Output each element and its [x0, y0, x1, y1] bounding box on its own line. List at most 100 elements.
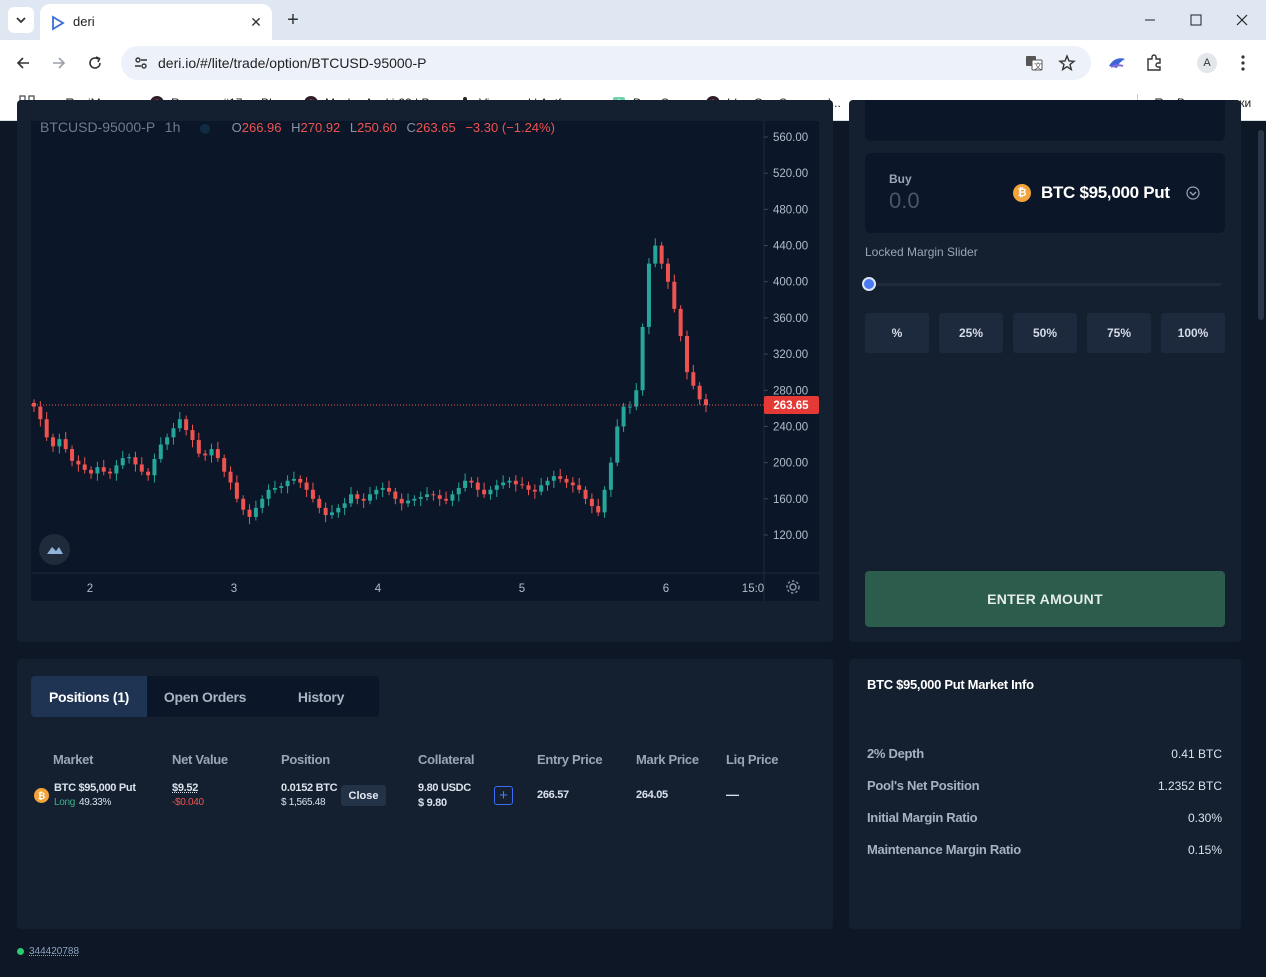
candle-body [374, 489, 379, 495]
chevron-down-circle-icon[interactable] [1186, 186, 1200, 200]
margin-slider-thumb[interactable] [862, 277, 876, 291]
row-collateral: 9.80 USDC [418, 782, 471, 794]
tradingview-icon [46, 546, 63, 554]
candle-body [190, 430, 195, 441]
site-settings-icon[interactable] [133, 55, 149, 71]
candle-body [659, 245, 664, 264]
translate-icon[interactable]: 文 [1025, 54, 1043, 72]
candlestick-chart[interactable]: 560.00 520.00 480.00 440.00 400.00 360.00 320.… [31, 121, 819, 601]
candle-body [646, 263, 651, 327]
bookmark-star-icon[interactable] [1058, 54, 1076, 72]
candle-body [348, 494, 353, 504]
row-liq-price: — [726, 787, 739, 802]
add-collateral-button[interactable]: + [494, 786, 513, 805]
new-tab-button[interactable]: + [281, 8, 305, 32]
info-value: 1.2352 BTC [1157, 779, 1222, 793]
candle-body [285, 480, 290, 487]
chart-settings-icon[interactable] [785, 579, 801, 595]
candle-body [558, 476, 563, 479]
kebab-menu-icon[interactable] [1236, 54, 1250, 72]
browser-toolbar: deri.io/#/lite/trade/option/BTCUSD-95000… [0, 40, 1266, 86]
address-bar[interactable]: deri.io/#/lite/trade/option/BTCUSD-95000… [121, 46, 1091, 80]
info-label: Initial Margin Ratio [867, 810, 978, 825]
candle-body [551, 476, 556, 481]
asset-name: BTC $95,000 Put [1041, 183, 1170, 202]
slider-label: Locked Margin Slider [865, 245, 978, 259]
window-close-button[interactable] [1230, 8, 1254, 32]
chart-interval: 1h [164, 121, 181, 135]
deri-favicon-icon [52, 15, 65, 31]
col-entry-price: Entry Price [537, 752, 603, 767]
candle-body [596, 506, 601, 513]
candle-body [634, 390, 639, 407]
candle-body [171, 428, 176, 438]
margin-slider-track[interactable] [868, 283, 1221, 286]
extensions-puzzle-icon[interactable] [1145, 54, 1163, 72]
candle-body [228, 471, 233, 483]
tab-search-button[interactable] [8, 7, 34, 33]
tab-open-orders[interactable]: Open Orders [147, 676, 263, 717]
tab-history[interactable]: History [263, 676, 379, 717]
tab-close-icon[interactable]: ✕ [246, 12, 266, 32]
profile-avatar[interactable]: A [1197, 53, 1217, 73]
ohlc-close: 263.65 [415, 121, 456, 135]
buy-amount-input[interactable]: 0.0 [889, 188, 920, 214]
candle-body [70, 449, 75, 461]
candle-body [253, 507, 258, 517]
maximize-icon [1190, 14, 1202, 26]
col-collateral: Collateral [418, 752, 475, 767]
asset-selector[interactable]: ₿ BTC $95,000 Put [1013, 183, 1200, 203]
candle-body [418, 497, 423, 499]
candle-body [653, 245, 658, 264]
candle-body [545, 480, 550, 486]
pct-100-button[interactable]: 100% [1161, 313, 1225, 353]
tab-positions[interactable]: Positions (1) [31, 676, 147, 717]
candle-body [412, 498, 417, 501]
candle-body [317, 498, 322, 508]
y-tick-label: 320.00 [773, 349, 808, 361]
candle-body [501, 482, 506, 486]
row-position: 0.0152 BTC [281, 782, 338, 794]
candle-body [361, 498, 366, 501]
minimize-button[interactable] [1138, 8, 1162, 32]
candle-body [310, 489, 315, 499]
pct-50-button[interactable]: 50% [1013, 313, 1077, 353]
candle-body [291, 478, 296, 481]
candle-body [494, 485, 499, 490]
extension-bird-icon[interactable] [1107, 54, 1127, 72]
candle-body [101, 467, 106, 472]
browser-tab[interactable]: deri ✕ [40, 4, 272, 40]
candle-body [463, 480, 468, 488]
chevron-down-icon [16, 17, 26, 24]
x-tick-label: 2 [87, 583, 93, 595]
scrollbar-thumb[interactable] [1258, 130, 1264, 320]
block-indicator[interactable]: 344420788 [17, 946, 79, 957]
candle-body [76, 460, 81, 465]
info-label: 2% Depth [867, 746, 924, 761]
candle-body [602, 489, 607, 513]
reload-button[interactable] [83, 51, 107, 75]
enter-amount-button[interactable]: ENTER AMOUNT [865, 571, 1225, 627]
maximize-button[interactable] [1184, 8, 1208, 32]
candle-body [146, 471, 151, 476]
pct-75-button[interactable]: 75% [1087, 313, 1151, 353]
price-chart[interactable]: 560.00 520.00 480.00 440.00 400.00 360.00 320.… [31, 121, 819, 601]
candle-body [539, 485, 544, 492]
pay-input-box[interactable] [865, 100, 1225, 141]
pct-25-button[interactable]: 25% [939, 313, 1003, 353]
candle-body [507, 480, 512, 483]
candle-body [469, 480, 474, 483]
block-number[interactable]: 344420788 [29, 946, 79, 957]
ohlc-low: 250.60 [357, 121, 397, 135]
candle-body [114, 465, 119, 474]
y-tick-label: 520.00 [773, 168, 808, 180]
col-liq-price: Liq Price [726, 752, 779, 767]
url-text[interactable]: deri.io/#/lite/trade/option/BTCUSD-95000… [158, 55, 426, 71]
x-tick-label: 15:0 [742, 583, 764, 595]
tradingview-logo[interactable] [39, 534, 70, 565]
back-button[interactable] [11, 51, 35, 75]
forward-button[interactable] [47, 51, 71, 75]
close-position-button[interactable]: Close [341, 785, 386, 806]
pct-input-button[interactable]: % [865, 313, 929, 353]
col-net-value: Net Value [172, 752, 228, 767]
